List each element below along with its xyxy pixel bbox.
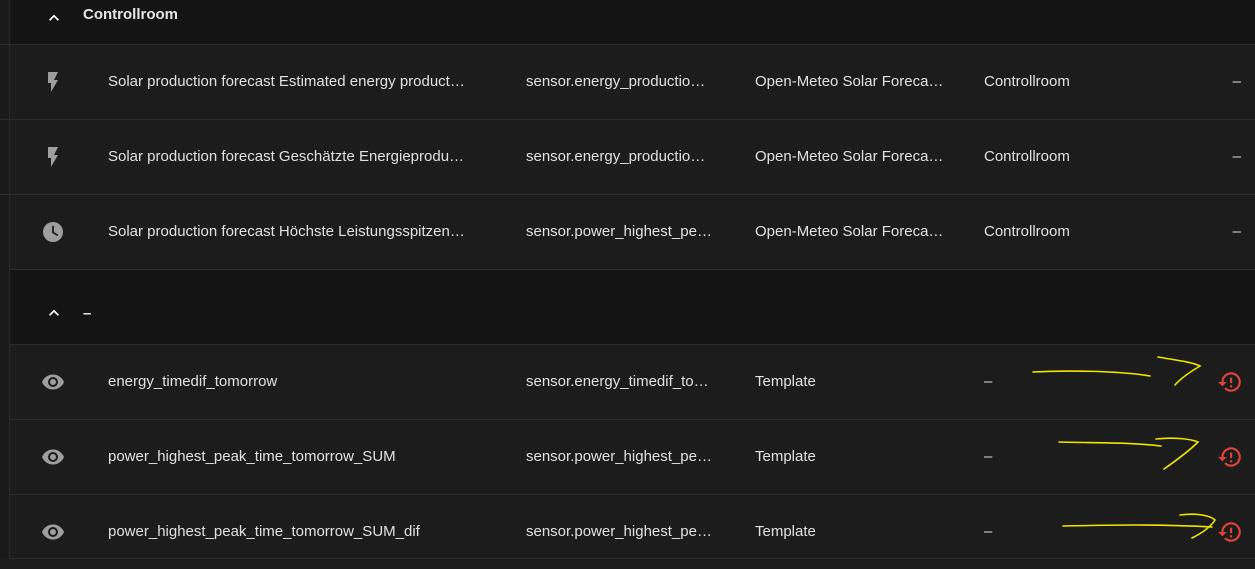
entity-integration: Open-Meteo Solar Foreca… xyxy=(755,73,944,90)
entity-id: sensor.power_highest_pe… xyxy=(526,223,712,240)
table-row[interactable]: power_highest_peak_time_tomorrow_SUM sen… xyxy=(10,420,1255,495)
entity-area: – xyxy=(984,448,993,465)
entity-id: sensor.energy_timedif_to… xyxy=(526,373,709,390)
table-row[interactable]: power_highest_peak_time_tomorrow_SUM_dif… xyxy=(10,495,1255,559)
chevron-up-icon[interactable] xyxy=(44,8,64,28)
entity-status: – xyxy=(1232,223,1241,240)
entity-id: sensor.power_highest_pe… xyxy=(526,448,712,465)
table-row[interactable]: Solar production forecast Höchste Leistu… xyxy=(10,195,1255,270)
entity-status: – xyxy=(1232,148,1241,165)
entity-area: Controllroom xyxy=(984,223,1070,240)
entity-area: Controllroom xyxy=(984,73,1070,90)
entity-integration: Open-Meteo Solar Foreca… xyxy=(755,148,944,165)
table-row[interactable]: Solar production forecast Geschätzte Ene… xyxy=(10,120,1255,195)
eye-icon xyxy=(41,520,65,544)
group-header-none[interactable]: – xyxy=(10,270,1255,345)
group-title: Controllroom xyxy=(83,6,178,23)
restore-alert-icon[interactable] xyxy=(1217,444,1243,470)
entity-status: – xyxy=(1232,73,1241,90)
group-header-controllroom[interactable]: Controllroom xyxy=(10,0,1255,45)
entity-name: Solar production forecast Geschätzte Ene… xyxy=(108,148,465,165)
entity-id: sensor.energy_productio… xyxy=(526,148,706,165)
table-row[interactable]: energy_timedif_tomorrow sensor.energy_ti… xyxy=(10,345,1255,420)
entity-id: sensor.energy_productio… xyxy=(526,73,706,90)
clock-icon xyxy=(41,220,65,244)
flash-icon xyxy=(41,70,65,94)
entity-integration: Template xyxy=(755,373,816,390)
eye-icon xyxy=(41,370,65,394)
sidebar-edge xyxy=(0,0,10,558)
restore-alert-icon[interactable] xyxy=(1217,369,1243,395)
table-row[interactable]: Solar production forecast Estimated ener… xyxy=(10,45,1255,120)
flash-icon xyxy=(41,145,65,169)
entity-name: power_highest_peak_time_tomorrow_SUM xyxy=(108,448,396,465)
eye-icon xyxy=(41,445,65,469)
entity-integration: Open-Meteo Solar Foreca… xyxy=(755,223,944,240)
restore-alert-icon[interactable] xyxy=(1217,519,1243,545)
entity-integration: Template xyxy=(755,448,816,465)
entity-name: Solar production forecast Höchste Leistu… xyxy=(108,223,465,240)
entity-area: – xyxy=(984,373,993,390)
group-title: – xyxy=(83,305,92,322)
entity-name: Solar production forecast Estimated ener… xyxy=(108,73,465,90)
chevron-up-icon[interactable] xyxy=(44,303,64,323)
entity-area: Controllroom xyxy=(984,148,1070,165)
entity-name: energy_timedif_tomorrow xyxy=(108,373,278,390)
